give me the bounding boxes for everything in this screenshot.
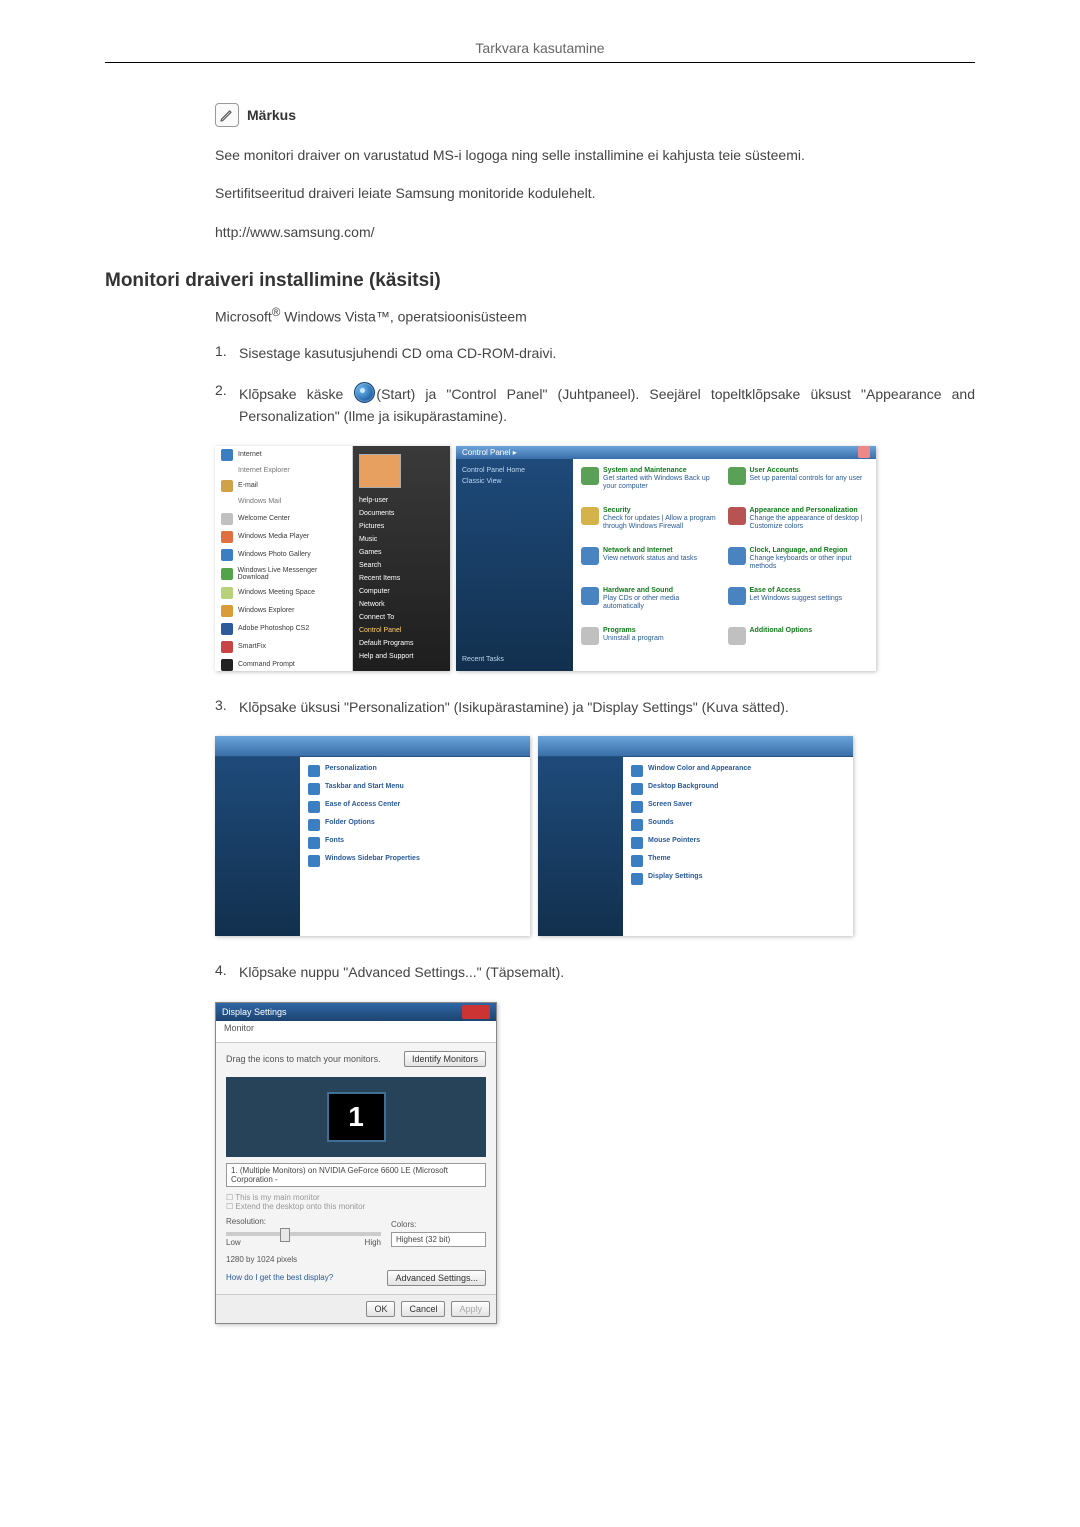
step-number: 3. — [215, 697, 239, 713]
note-text-1: See monitori draiver on varustatud MS‑i … — [215, 145, 975, 165]
personalization-screenshot: Window Color and Appearance Desktop Back… — [538, 736, 853, 936]
screenshot-2: Personalization Taskbar and Start Menu E… — [215, 736, 975, 936]
dialog-titlebar: Display Settings — [216, 1003, 496, 1021]
display-settings-screenshot: Display Settings Monitor Drag the icons … — [215, 1002, 497, 1324]
os-line-pre: Microsoft — [215, 309, 272, 325]
extend-desktop-checkbox[interactable]: Extend the desktop onto this monitor — [226, 1202, 486, 1211]
main-monitor-checkbox[interactable]: This is my main monitor — [226, 1193, 486, 1202]
start-menu-left: Internet Internet Explorer E-mail Window… — [215, 446, 353, 671]
ok-button[interactable]: OK — [366, 1301, 395, 1317]
document-page: Tarkvara kasutamine Märkus See monitori … — [105, 40, 975, 1324]
step-number: 4. — [215, 962, 239, 978]
window-titlebar: Control Panel ▸ — [456, 446, 876, 459]
os-line-mid: Windows Vista — [280, 309, 375, 325]
identify-monitors-button[interactable]: Identify Monitors — [404, 1051, 486, 1067]
resolution-value: 1280 by 1024 pixels — [226, 1255, 486, 1264]
steps-indent: Microsoft® Windows Vista™, operatsioonis… — [105, 306, 975, 1324]
step2-pre: Klõpsake käske — [239, 386, 353, 402]
step-text: Sisestage kasutusjuhendi CD oma CD‑ROM‑d… — [239, 343, 975, 365]
dialog-tab: Monitor — [216, 1021, 496, 1043]
resolution-slider[interactable]: Resolution: Low High — [226, 1217, 391, 1247]
advanced-settings-button[interactable]: Advanced Settings... — [387, 1270, 486, 1286]
section-heading: Monitori draiveri installimine (käsitsi) — [105, 270, 975, 292]
start-menu-screenshot: Internet Internet Explorer E-mail Window… — [215, 446, 450, 671]
monitor-dropdown[interactable]: 1. (Multiple Monitors) on NVIDIA GeForce… — [226, 1163, 486, 1187]
start-menu-right: help-user Documents Pictures Music Games… — [353, 446, 450, 671]
apply-button[interactable]: Apply — [451, 1301, 490, 1317]
colors-dropdown[interactable]: Highest (32 bit) — [391, 1232, 486, 1247]
step-1: 1. Sisestage kasutusjuhendi CD oma CD‑RO… — [215, 343, 975, 365]
monitor-preview: 1 — [226, 1077, 486, 1157]
os-line-post: , operatsioonisüsteem — [390, 309, 527, 325]
monitor-checkboxes: This is my main monitor Extend the deskt… — [226, 1193, 486, 1211]
close-icon — [462, 1005, 490, 1019]
control-panel-side: Control Panel Home Classic View Recent T… — [456, 459, 573, 671]
control-panel-screenshot: Control Panel ▸ Control Panel Home Class… — [456, 446, 876, 671]
colors-label: Colors: — [391, 1220, 486, 1229]
close-icon — [858, 446, 870, 458]
step-number: 1. — [215, 343, 239, 359]
note-url: http://www.samsung.com/ — [215, 222, 975, 242]
monitor-1-icon: 1 — [327, 1092, 386, 1142]
steps-list-cont: 3. Klõpsake üksusi "Personalization" (Is… — [215, 697, 975, 719]
note-label: Märkus — [247, 107, 296, 123]
screenshot-3: Display Settings Monitor Drag the icons … — [215, 1002, 975, 1324]
breadcrumb: Control Panel ▸ — [462, 448, 517, 457]
appearance-personalization-screenshot: Personalization Taskbar and Start Menu E… — [215, 736, 530, 936]
page-title: Tarkvara kasutamine — [475, 40, 604, 56]
pencil-icon — [215, 103, 239, 127]
step-number: 2. — [215, 382, 239, 398]
drag-hint-row: Drag the icons to match your monitors. I… — [226, 1051, 486, 1067]
body-indent: Märkus See monitori draiver on varustatu… — [105, 103, 975, 242]
screenshot-1: Internet Internet Explorer E-mail Window… — [215, 446, 975, 671]
steps-list-cont2: 4. Klõpsake nuppu "Advanced Settings..."… — [215, 962, 975, 984]
user-avatar-icon — [359, 454, 401, 488]
note-text-2: Sertifitseeritud draiveri leiate Samsung… — [215, 183, 975, 203]
step-2: 2. Klõpsake käske (Start) ja "Control Pa… — [215, 382, 975, 427]
help-link[interactable]: How do I get the best display? — [226, 1273, 333, 1282]
resolution-label: Resolution: — [226, 1217, 381, 1226]
control-panel-main: System and MaintenanceGet started with W… — [573, 459, 876, 671]
step-text: Klõpsake üksusi "Personalization" (Isiku… — [239, 697, 975, 719]
drag-hint: Drag the icons to match your monitors. — [226, 1054, 381, 1064]
step-text: Klõpsake käske (Start) ja "Control Panel… — [239, 382, 975, 427]
trademark: ™ — [376, 309, 390, 325]
step-4: 4. Klõpsake nuppu "Advanced Settings..."… — [215, 962, 975, 984]
step-3: 3. Klõpsake üksusi "Personalization" (Is… — [215, 697, 975, 719]
note-row: Märkus — [215, 103, 975, 127]
dialog-title: Display Settings — [222, 1007, 287, 1017]
os-line: Microsoft® Windows Vista™, operatsioonis… — [215, 306, 975, 325]
steps-list: 1. Sisestage kasutusjuhendi CD oma CD‑RO… — [215, 343, 975, 428]
cancel-button[interactable]: Cancel — [401, 1301, 445, 1317]
step-text: Klõpsake nuppu "Advanced Settings..." (T… — [239, 962, 975, 984]
dialog-buttons: OK Cancel Apply — [216, 1294, 496, 1323]
page-header: Tarkvara kasutamine — [105, 40, 975, 63]
start-orb-icon — [354, 382, 375, 403]
